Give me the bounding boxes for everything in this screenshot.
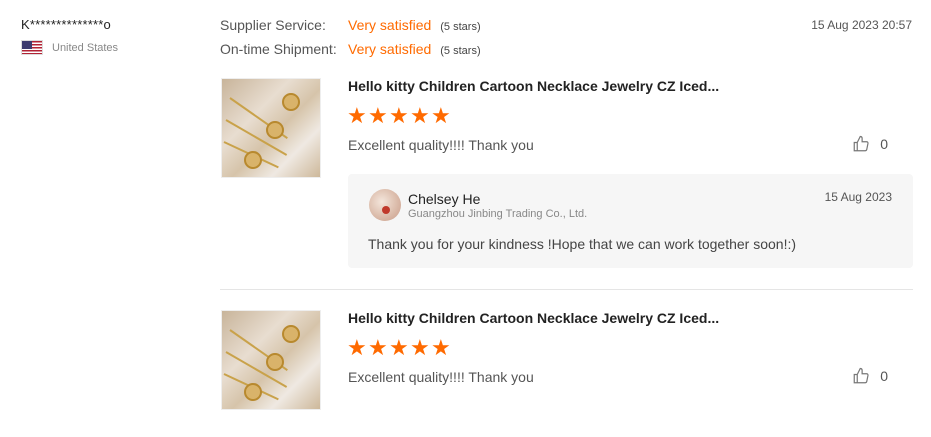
rating-label: On-time Shipment: bbox=[220, 41, 337, 57]
thumbs-up-icon bbox=[853, 135, 869, 152]
product-title-link[interactable]: Hello kitty Children Cartoon Necklace Je… bbox=[348, 310, 719, 326]
rating-row-supplier-service: Supplier Service: Very satisfied (5 star… bbox=[220, 17, 481, 41]
ratings-summary: Supplier Service: Very satisfied (5 star… bbox=[220, 17, 481, 65]
rating-stars-text: (5 stars) bbox=[440, 21, 481, 33]
avatar bbox=[369, 189, 401, 221]
review-comment: Excellent quality!!!! Thank you bbox=[348, 137, 534, 153]
star-rating: ★ ★ ★ ★ ★ bbox=[347, 335, 451, 360]
supplier-reply: Chelsey He Guangzhou Jinbing Trading Co.… bbox=[348, 174, 913, 268]
country-label: United States bbox=[52, 41, 119, 54]
like-button[interactable]: 0 bbox=[852, 367, 888, 385]
like-button[interactable]: 0 bbox=[852, 135, 888, 153]
star-icon: ★ bbox=[368, 335, 388, 360]
reviewer-name: K**************o bbox=[21, 17, 111, 32]
rating-row-on-time-shipment: On-time Shipment: Very satisfied (5 star… bbox=[220, 41, 481, 65]
reviewer-info: K**************o United States bbox=[21, 17, 118, 55]
product-thumbnail[interactable] bbox=[221, 310, 321, 410]
star-icon: ★ bbox=[431, 335, 451, 360]
reply-author-name: Chelsey He bbox=[408, 191, 481, 207]
review-timestamp: 15 Aug 2023 20:57 bbox=[811, 18, 912, 32]
star-icon: ★ bbox=[368, 103, 388, 128]
star-icon: ★ bbox=[347, 103, 367, 128]
product-thumbnail[interactable] bbox=[221, 78, 321, 178]
rating-label: Supplier Service: bbox=[220, 17, 326, 33]
divider bbox=[220, 289, 913, 290]
reply-company: Guangzhou Jinbing Trading Co., Ltd. bbox=[408, 208, 588, 220]
thumbs-up-icon bbox=[853, 367, 869, 384]
star-icon: ★ bbox=[410, 335, 430, 360]
reviewer-country: United States bbox=[21, 40, 118, 55]
us-flag-icon bbox=[21, 40, 43, 55]
review-comment: Excellent quality!!!! Thank you bbox=[348, 369, 534, 385]
rating-stars-text: (5 stars) bbox=[440, 45, 481, 57]
star-icon: ★ bbox=[347, 335, 367, 360]
star-icon: ★ bbox=[431, 103, 451, 128]
star-icon: ★ bbox=[410, 103, 430, 128]
reply-text: Thank you for your kindness !Hope that w… bbox=[368, 236, 797, 252]
rating-value: Very satisfied bbox=[348, 17, 432, 33]
rating-value: Very satisfied bbox=[348, 41, 432, 57]
reply-date: 15 Aug 2023 bbox=[824, 190, 892, 204]
like-count: 0 bbox=[880, 368, 888, 384]
like-count: 0 bbox=[880, 136, 888, 152]
product-title-link[interactable]: Hello kitty Children Cartoon Necklace Je… bbox=[348, 78, 719, 94]
star-rating: ★ ★ ★ ★ ★ bbox=[347, 103, 451, 128]
star-icon: ★ bbox=[389, 103, 409, 128]
star-icon: ★ bbox=[389, 335, 409, 360]
